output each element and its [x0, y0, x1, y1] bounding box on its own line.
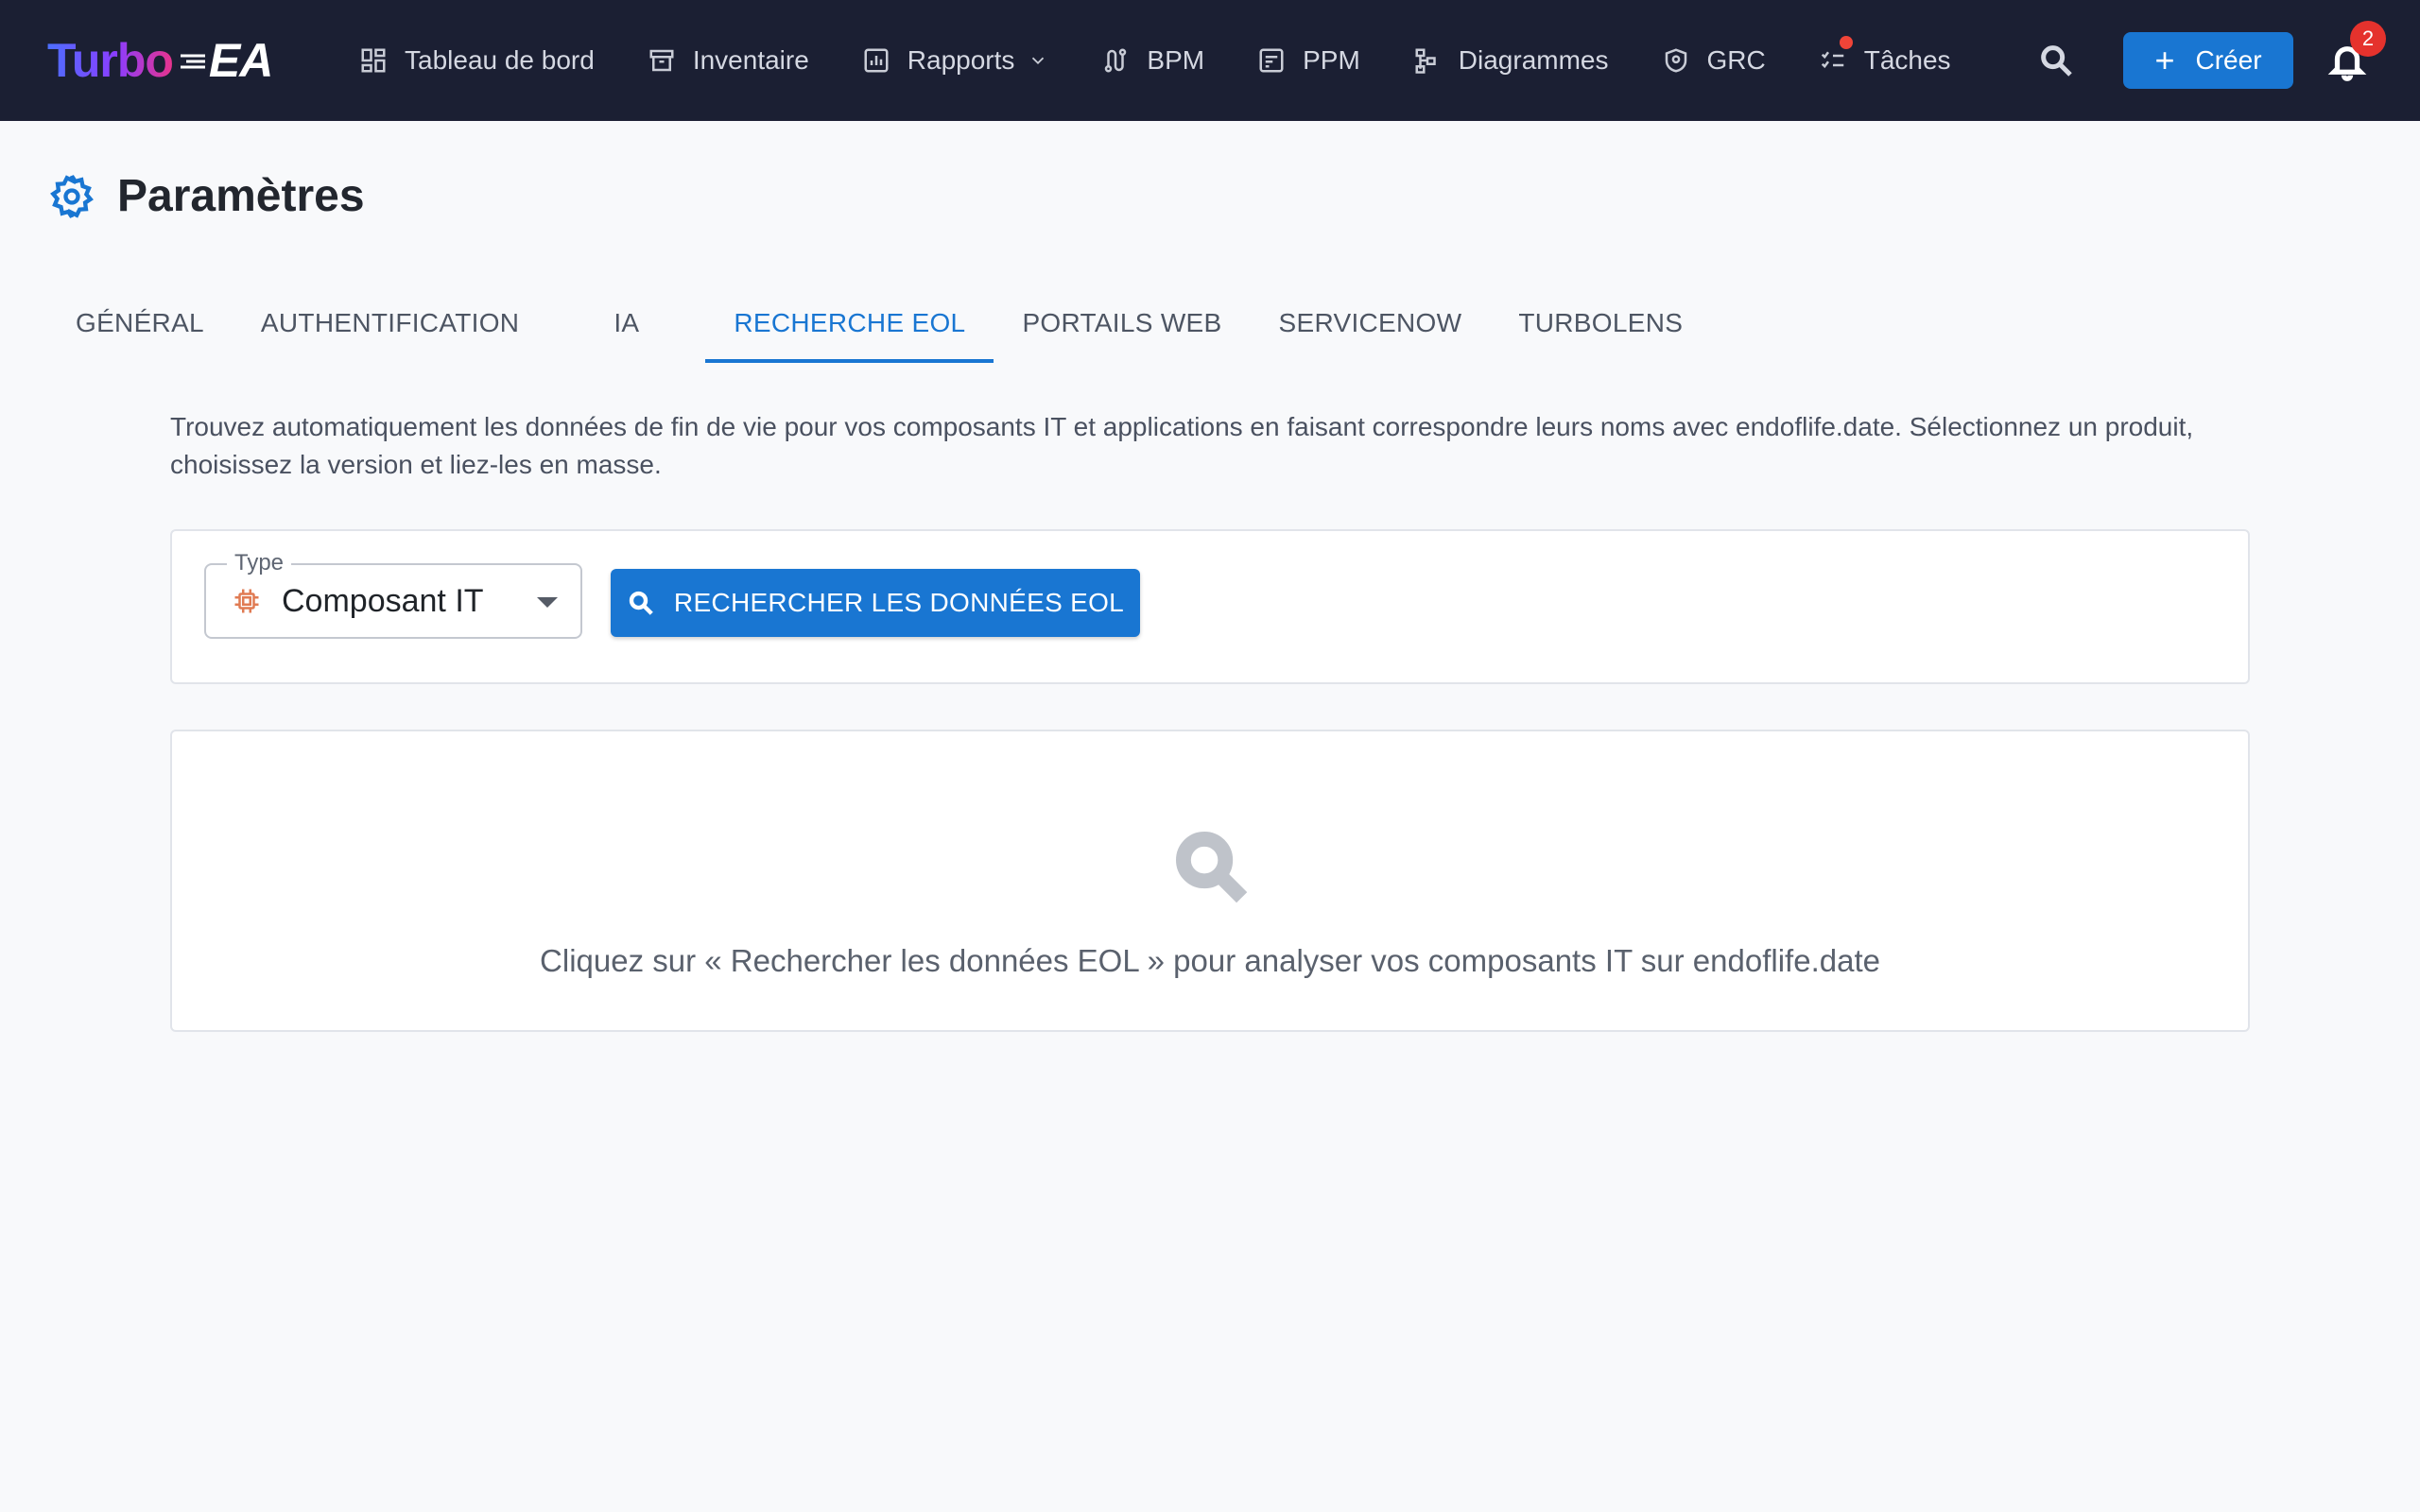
logo-turbo-text: Turbo [47, 34, 174, 87]
top-navbar: Turbo EA Tableau de bord Inventaire Rapp… [0, 0, 2420, 121]
eol-description: Trouvez automatiquement les données de f… [170, 412, 2194, 479]
nav-item-label: PPM [1303, 45, 1360, 75]
create-button-label: Créer [2195, 45, 2262, 75]
search-icon [2041, 45, 2072, 77]
nav-item-tasks[interactable]: Tâches [1819, 0, 1951, 121]
type-select-value: Composant IT [282, 582, 484, 619]
nav-item-label: Inventaire [692, 45, 809, 75]
type-select-label: Type [227, 550, 292, 576]
eol-results-empty-state: Cliquez sur « Rechercher les données EOL… [170, 730, 2250, 1032]
gear-icon [50, 174, 94, 218]
checklist-icon [1821, 51, 1843, 69]
app-logo[interactable]: Turbo EA [47, 32, 273, 89]
search-icon [629, 591, 653, 615]
nav-item-inventory[interactable]: Inventaire [648, 0, 809, 121]
main-nav: Tableau de bord Inventaire Rapports BPM [359, 0, 2004, 121]
nav-item-bpm[interactable]: BPM [1101, 0, 1204, 121]
search-icon [1176, 832, 1248, 903]
archive-icon [649, 49, 674, 72]
tab-web-portals[interactable]: PORTAILS WEB [994, 284, 1250, 363]
notification-count-badge: 2 [2350, 21, 2386, 57]
report-chart-icon [864, 48, 889, 73]
chip-icon [234, 589, 259, 613]
nav-item-label: Tableau de bord [405, 45, 595, 75]
diagram-tree-icon [1415, 48, 1436, 74]
nav-item-label: GRC [1706, 45, 1766, 75]
dashboard-icon [361, 48, 386, 73]
project-icon [1259, 48, 1284, 73]
tab-general[interactable]: GÉNÉRAL [47, 284, 233, 363]
speed-lines-icon [180, 54, 205, 69]
tab-turbolens[interactable]: TURBOLENS [1490, 284, 1711, 363]
nav-item-diagrams[interactable]: Diagrammes [1413, 0, 1609, 121]
nav-item-label: Tâches [1863, 45, 1951, 75]
nav-item-label: Rapports [907, 45, 1015, 75]
tab-authentication[interactable]: AUTHENTIFICATION [233, 284, 547, 363]
plus-icon: + [2154, 41, 2175, 79]
route-icon [1105, 48, 1127, 73]
chevron-down-icon [1032, 57, 1045, 65]
empty-state-search-icon [1176, 832, 1248, 903]
nav-item-grc[interactable]: GRC [1662, 0, 1766, 121]
page-header: Paramètres [47, 170, 365, 222]
page-title: Paramètres [117, 171, 365, 221]
tab-ai[interactable]: IA [547, 284, 705, 363]
dropdown-arrow-icon [537, 597, 558, 608]
global-search-button[interactable] [2037, 42, 2075, 79]
nav-item-ppm[interactable]: PPM [1257, 0, 1360, 121]
tab-eol-search[interactable]: RECHERCHE EOL [705, 284, 994, 363]
settings-tabs: GÉNÉRAL AUTHENTIFICATION IA RECHERCHE EO… [47, 284, 1711, 363]
empty-state-message: Cliquez sur « Rechercher les données EOL… [540, 943, 1880, 978]
eol-search-panel: Type Composant IT RECHERCHER LES DONNÉES… [170, 529, 2250, 684]
nav-item-reports[interactable]: Rapports [862, 0, 1049, 121]
search-eol-button-label: RECHERCHER LES DONNÉES EOL [673, 588, 1125, 617]
notification-dot [1839, 36, 1853, 49]
shield-icon [1665, 48, 1686, 73]
logo-ea-text: EA [208, 34, 273, 87]
nav-item-dashboard[interactable]: Tableau de bord [359, 0, 595, 121]
tab-servicenow[interactable]: SERVICENOW [1251, 284, 1491, 363]
type-select[interactable]: Type Composant IT [204, 550, 582, 639]
nav-item-label: Diagrammes [1458, 45, 1609, 75]
create-button[interactable]: + Créer [2123, 32, 2293, 89]
search-eol-button[interactable]: RECHERCHER LES DONNÉES EOL [611, 569, 1140, 637]
nav-item-label: BPM [1147, 45, 1205, 75]
